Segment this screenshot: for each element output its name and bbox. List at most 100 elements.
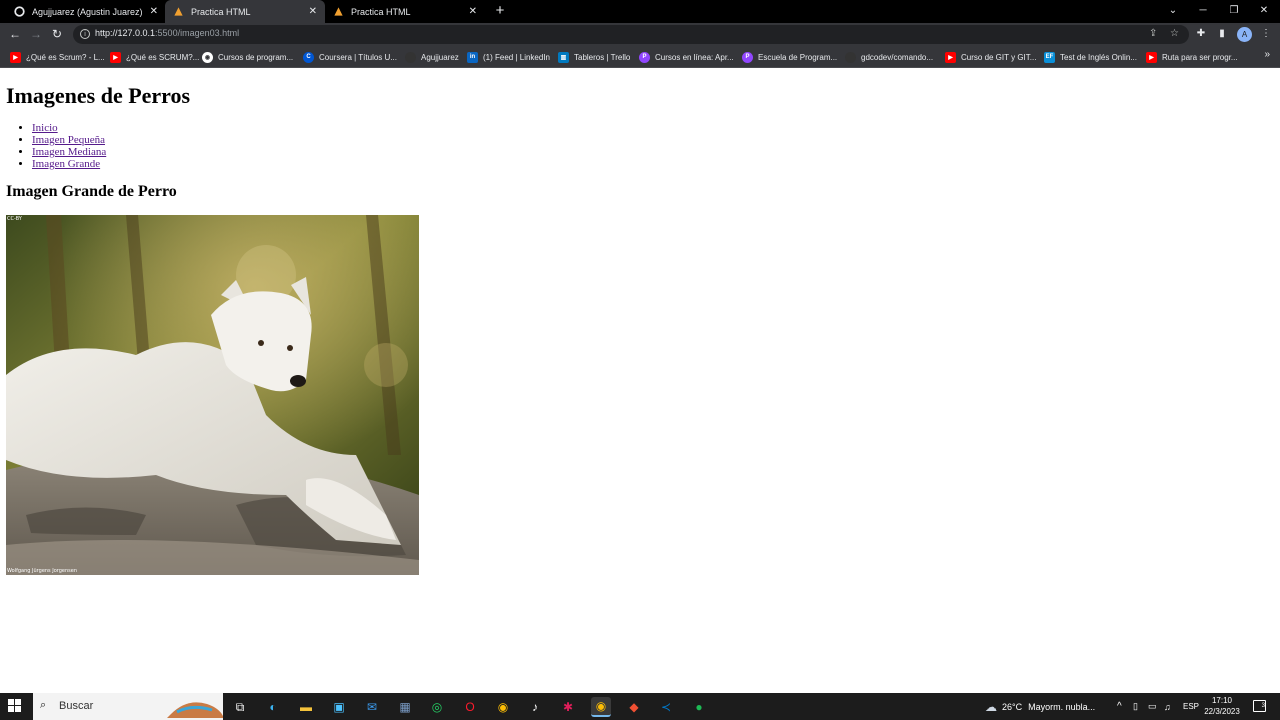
chrome-icon[interactable]: ◉ — [493, 697, 513, 717]
tab-title: Agujjuarez (Agustin Juarez) — [32, 6, 143, 17]
side-panel-icon[interactable]: ▮ — [1214, 26, 1230, 42]
site-info-icon[interactable]: i — [80, 29, 90, 39]
search-icon: ⌕ — [40, 699, 47, 711]
nav-link-imagen-pequena[interactable]: Imagen Pequeña — [32, 134, 105, 146]
close-tab-icon[interactable]: ✕ — [469, 6, 477, 17]
trello-icon: ▥ — [558, 51, 569, 63]
bookmark-item[interactable]: EF Test de Inglés Onlin... — [1044, 46, 1137, 68]
tab-practica-html-2[interactable]: Practica HTML ✕ — [325, 0, 485, 23]
volume-icon[interactable]: ♫ — [1164, 693, 1171, 720]
whatsapp-icon[interactable]: ◎ — [427, 697, 447, 717]
bookmark-label: Test de Inglés Onlin... — [1060, 52, 1137, 62]
edge-icon[interactable]: ◐ — [263, 697, 283, 717]
menu-kebab-icon[interactable]: ⋮ — [1258, 26, 1274, 42]
bookmark-item[interactable]: ▥ Tableros | Trello — [558, 46, 630, 68]
platzi-icon: P — [639, 51, 650, 63]
restore-button[interactable]: ❐ — [1219, 0, 1249, 23]
close-window-button[interactable]: ✕ — [1249, 0, 1279, 23]
url-path: :5500/imagen03.html — [155, 28, 240, 38]
tab-title: Practica HTML — [351, 6, 411, 17]
network-icon[interactable]: ▭ — [1148, 693, 1157, 720]
browser-toolbar: ← → ↻ i http://127.0.0.1:5500/imagen03.h… — [0, 23, 1280, 46]
bookmark-label: Agujjuarez — [421, 52, 459, 62]
nav-item: Imagen Mediana — [32, 146, 106, 158]
youtube-icon: ▶ — [10, 51, 21, 63]
bookmark-label: Escuela de Program... — [758, 52, 838, 62]
clock[interactable]: 17:10 22/3/2023 — [1198, 695, 1246, 717]
taskbar-search[interactable]: ⌕ Buscar — [33, 693, 223, 720]
mail-icon[interactable]: ✉ — [362, 697, 382, 717]
bookmark-item[interactable]: ▶ Ruta para ser progr... — [1146, 46, 1238, 68]
bookmark-item[interactable]: C Coursera | Títulos U... — [303, 46, 397, 68]
tray-chevron-icon[interactable]: ^ — [1117, 693, 1122, 720]
tab-title: Practica HTML — [191, 6, 251, 17]
task-view-icon[interactable]: ⧉ — [230, 697, 250, 717]
bookmark-item[interactable]: in (1) Feed | LinkedIn — [467, 46, 550, 68]
windows-start-icon[interactable] — [8, 699, 22, 713]
wolf-photo — [6, 215, 419, 575]
share-icon[interactable]: ⇪ — [1149, 28, 1157, 39]
url-host: http://127.0.0.1 — [95, 28, 156, 38]
image-caption-top: CC-BY — [7, 216, 22, 222]
bookmark-label: gdcodev/comando... — [861, 52, 934, 62]
reload-icon[interactable]: ↻ — [48, 25, 66, 43]
opera-icon[interactable]: O — [460, 697, 480, 717]
bookmark-item[interactable]: Agujjuarez — [405, 46, 459, 68]
section-heading: Imagen Grande de Perro — [6, 183, 177, 200]
minimize-button[interactable]: ─ — [1188, 0, 1218, 23]
bookmark-label: Curso de GIT y GIT... — [961, 52, 1037, 62]
bookmark-item[interactable]: ▶ ¿Qué es SCRUM?... — [110, 46, 199, 68]
bookmark-item[interactable]: gdcodev/comando... — [845, 46, 933, 68]
store-icon[interactable]: ▣ — [329, 697, 349, 717]
tab-practica-html-1[interactable]: Practica HTML ✕ — [165, 0, 325, 23]
address-url[interactable]: http://127.0.0.1:5500/imagen03.html — [95, 28, 239, 38]
chrome-active-icon[interactable]: ◉ — [591, 697, 611, 717]
page-title: Imagenes de Perros — [6, 83, 191, 108]
calculator-icon[interactable]: ▦ — [395, 697, 415, 717]
vscode-icon[interactable]: ≺ — [656, 697, 676, 717]
tab-search-chevron-icon[interactable]: ⌄ — [1158, 0, 1188, 23]
file-explorer-icon[interactable]: ▬ — [296, 697, 316, 717]
extensions-puzzle-icon[interactable]: ✚ — [1193, 26, 1209, 42]
image-caption-bottom: Wolfgang Jürgens Jorgensen — [7, 568, 78, 574]
back-arrow-icon[interactable]: ← — [6, 25, 24, 43]
slack-icon[interactable]: ✱ — [558, 697, 578, 717]
close-tab-icon[interactable]: ✕ — [150, 6, 158, 17]
weather-widget[interactable]: ☁ 26°C Mayorm. nubla... — [985, 693, 1095, 720]
nav-link-inicio[interactable]: Inicio — [32, 122, 58, 134]
github-icon — [845, 51, 856, 63]
tab-github[interactable]: Agujjuarez (Agustin Juarez) ✕ — [6, 0, 166, 23]
new-tab-button[interactable]: + — [491, 2, 509, 20]
github-icon — [14, 6, 25, 17]
bookmark-star-icon[interactable]: ☆ — [1170, 28, 1179, 39]
close-tab-icon[interactable]: ✕ — [309, 6, 317, 17]
nav-item: Inicio — [32, 122, 106, 134]
language-indicator[interactable]: ESP — [1183, 693, 1199, 720]
tablet-icon[interactable]: ▯ — [1133, 693, 1138, 720]
bookmarks-bar: ▶ ¿Qué es Scrum? - L... ▶ ¿Qué es SCRUM?..… — [0, 46, 1280, 68]
nav-link-imagen-mediana[interactable]: Imagen Mediana — [32, 146, 106, 158]
bookmark-item[interactable]: ▶ Curso de GIT y GIT... — [945, 46, 1036, 68]
weather-temp: 26°C — [1002, 701, 1023, 712]
bookmark-label: ¿Qué es Scrum? - L... — [26, 52, 105, 62]
html-file-icon — [173, 6, 184, 17]
notification-icon[interactable]: 3 — [1253, 700, 1266, 712]
git-icon[interactable]: ◆ — [624, 697, 644, 717]
forward-arrow-icon[interactable]: → — [27, 25, 45, 43]
profile-avatar[interactable]: A — [1237, 27, 1252, 42]
clock-date: 22/3/2023 — [1204, 707, 1240, 716]
tiktok-icon[interactable]: ♪ — [525, 697, 545, 717]
nav-item: Imagen Pequeña — [32, 134, 106, 146]
bookmark-item[interactable]: P Cursos en línea: Apr... — [639, 46, 734, 68]
bookmark-item[interactable]: ◉ Cursos de program... — [202, 46, 293, 68]
address-bar[interactable]: i http://127.0.0.1:5500/imagen03.html ⇪ … — [73, 25, 1189, 44]
nav-list: Inicio Imagen Pequeña Imagen Mediana Ima… — [32, 122, 106, 170]
spotify-icon[interactable]: ● — [689, 697, 709, 717]
nav-link-imagen-grande[interactable]: Imagen Grande — [32, 158, 100, 170]
bookmarks-overflow-icon[interactable]: » — [1264, 49, 1270, 60]
bookmark-item[interactable]: ▶ ¿Qué es Scrum? - L... — [10, 46, 105, 68]
dog-image: CC-BY Wolfgang Jürgens Jorgensen — [6, 215, 419, 575]
bookmark-item[interactable]: P Escuela de Program... — [742, 46, 837, 68]
nav-item: Imagen Grande — [32, 158, 106, 170]
youtube-icon: ▶ — [945, 51, 956, 63]
